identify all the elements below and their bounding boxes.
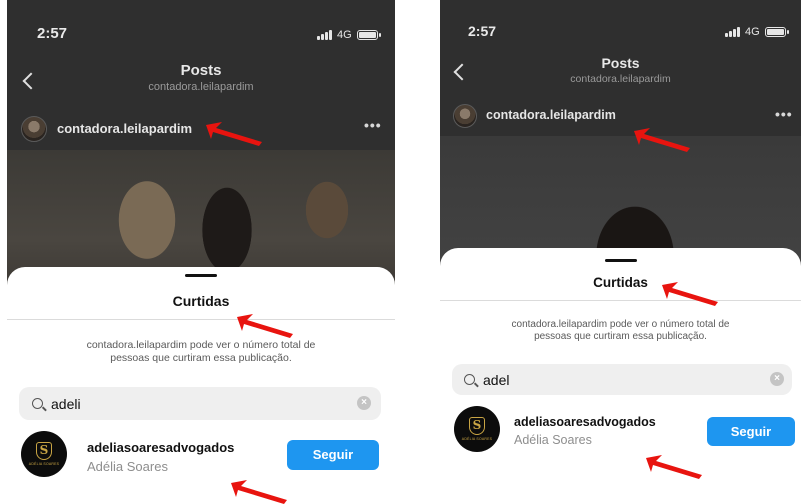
search-value[interactable]: adel xyxy=(483,372,509,388)
annotation-arrow-2 xyxy=(662,282,718,306)
result-fullname: Adélia Soares xyxy=(514,433,592,447)
sheet-title: Curtidas xyxy=(593,275,648,290)
result-username[interactable]: adeliasoaresadvogados xyxy=(514,415,656,429)
more-icon[interactable]: ••• xyxy=(364,117,382,133)
annotation-arrow-2 xyxy=(237,314,293,338)
sheet-drag-handle[interactable] xyxy=(604,259,637,262)
network-label: 4G xyxy=(745,26,760,38)
post-author-username[interactable]: contadora.leilapardim xyxy=(57,121,192,136)
sheet-title: Curtidas xyxy=(172,293,230,309)
likes-sheet: Curtidas contadora.leilapardim pode ver … xyxy=(440,248,801,504)
more-icon[interactable]: ••• xyxy=(775,106,793,122)
annotation-arrow-3 xyxy=(646,455,702,479)
sheet-description: contadora.leilapardim pode ver o número … xyxy=(7,339,395,365)
page-title: Posts xyxy=(601,55,640,71)
search-input[interactable]: adeli × xyxy=(19,387,381,420)
page-title: Posts xyxy=(180,62,222,79)
post-author-avatar[interactable] xyxy=(21,116,47,142)
battery-icon xyxy=(356,30,381,40)
post-author-avatar[interactable] xyxy=(453,104,477,128)
follow-button[interactable]: Seguir xyxy=(707,417,795,446)
result-avatar[interactable]: S ADÉLIA SOARES xyxy=(454,406,500,452)
status-indicators: 4G xyxy=(317,29,381,41)
result-avatar[interactable]: S ADÉLIA SOARES xyxy=(21,431,67,477)
page-subtitle: contadora.leilapardim xyxy=(148,81,254,93)
likes-sheet: Curtidas contadora.leilapardim pode ver … xyxy=(7,267,395,504)
right-screenshot: 2:57 4G Posts contadora.leilapardim cont… xyxy=(440,0,801,504)
sheet-divider xyxy=(440,300,801,301)
logo-text: ADÉLIA SOARES xyxy=(461,437,493,441)
clear-icon[interactable]: × xyxy=(770,372,784,386)
status-indicators: 4G xyxy=(725,26,789,38)
annotation-arrow-1 xyxy=(634,128,690,152)
search-value[interactable]: adeli xyxy=(51,396,81,412)
network-label: 4G xyxy=(337,29,352,41)
status-time: 2:57 xyxy=(37,25,68,42)
result-username[interactable]: adeliasoaresadvogados xyxy=(87,440,234,455)
clear-icon[interactable]: × xyxy=(357,396,371,410)
result-fullname: Adélia Soares xyxy=(87,459,168,474)
sheet-description-line-2: pessoas que curtiram essa publicação. xyxy=(534,331,707,342)
page-subtitle: contadora.leilapardim xyxy=(570,73,671,85)
logo-shield-icon: S xyxy=(469,417,485,435)
sheet-description: contadora.leilapardim pode ver o número … xyxy=(440,319,801,343)
signal-icon xyxy=(725,27,740,37)
sheet-divider xyxy=(7,319,395,320)
post-author-username[interactable]: contadora.leilapardim xyxy=(486,108,616,122)
follow-button[interactable]: Seguir xyxy=(287,440,379,470)
sheet-description-line-1: contadora.leilapardim pode ver o número … xyxy=(86,339,316,351)
annotation-arrow-3 xyxy=(231,480,287,504)
sheet-description-line-2: pessoas que curtiram essa publicação. xyxy=(110,352,292,364)
left-screenshot: 2:57 4G Posts contadora.leilapardim cont… xyxy=(7,0,395,504)
annotation-arrow-1 xyxy=(206,122,262,146)
search-input[interactable]: adel × xyxy=(452,364,792,395)
logo-shield-icon: S xyxy=(36,442,52,460)
search-icon xyxy=(464,374,475,385)
status-time: 2:57 xyxy=(468,23,497,39)
search-icon xyxy=(32,398,43,409)
sheet-drag-handle[interactable] xyxy=(185,274,217,277)
logo-text: ADÉLIA SOARES xyxy=(28,462,60,466)
signal-icon xyxy=(317,30,332,40)
sheet-description-line-1: contadora.leilapardim pode ver o número … xyxy=(511,319,730,330)
battery-icon xyxy=(764,27,789,37)
